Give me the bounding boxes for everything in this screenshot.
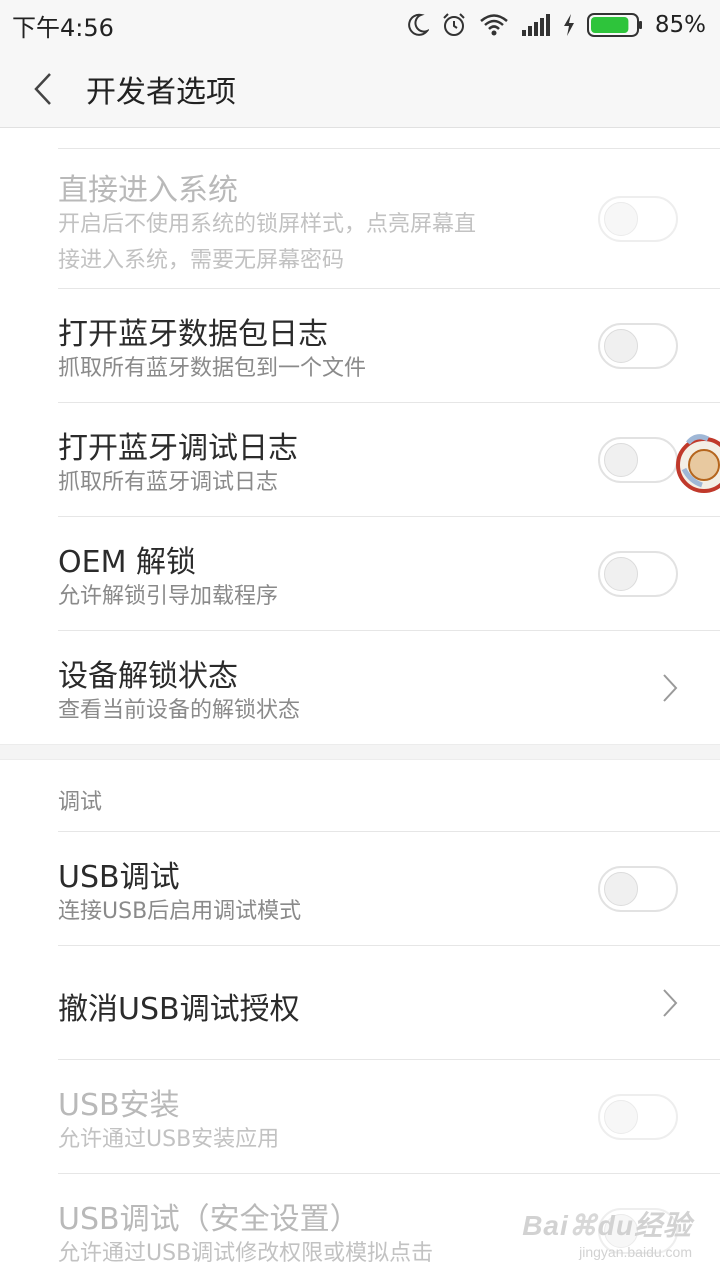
status-bar: 下午4:56 85% (0, 0, 720, 50)
toggle-switch[interactable] (598, 196, 678, 242)
chevron-left-icon (34, 72, 51, 105)
setting-title: 直接进入系统 (58, 173, 238, 208)
title-bar: 开发者选项 (0, 50, 720, 128)
setting-oem-unlock[interactable]: OEM 解锁 允许解锁引导加载程序 (58, 517, 720, 631)
chevron-right-icon (663, 989, 678, 1017)
section-divider (0, 744, 720, 760)
toggle-knob (604, 329, 638, 363)
setting-usb-install[interactable]: USB安装 允许通过USB安装应用 (58, 1060, 720, 1174)
status-time: 下午4:56 (12, 13, 114, 42)
setting-desc: 抓取所有蓝牙调试日志 (58, 470, 279, 495)
baidu-jingyan-watermark: Bai⌘du经验 jingyan.baidu.com (522, 1204, 692, 1260)
back-button[interactable] (0, 50, 86, 128)
signal-icon (521, 14, 551, 36)
toggle-knob (604, 443, 638, 477)
toggle-switch[interactable] (598, 866, 678, 912)
setting-title: 打开蓝牙数据包日志 (58, 317, 328, 352)
setting-title: USB安装 (58, 1088, 180, 1123)
setting-desc: 接进入系统，需要无屏幕密码 (58, 248, 345, 273)
floating-assistant-ball[interactable] (666, 425, 720, 495)
setting-desc: 查看当前设备的解锁状态 (58, 698, 301, 723)
setting-desc: 抓取所有蓝牙数据包到一个文件 (58, 356, 367, 381)
settings-list[interactable]: 直接进入系统 开启后不使用系统的锁屏样式，点亮屏幕直 接进入系统，需要无屏幕密码… (0, 128, 720, 1280)
setting-desc: 允许通过USB调试修改权限或模拟点击 (58, 1241, 434, 1266)
section-header-debug: 调试 (58, 790, 103, 815)
toggle-knob (604, 202, 638, 236)
setting-direct-enter-system[interactable]: 直接进入系统 开启后不使用系统的锁屏样式，点亮屏幕直 接进入系统，需要无屏幕密码 (58, 149, 720, 289)
page-title: 开发者选项 (86, 74, 236, 110)
moon-icon (407, 13, 429, 37)
toggle-knob (604, 1100, 638, 1134)
setting-device-unlock-status[interactable]: 设备解锁状态 查看当前设备的解锁状态 (58, 631, 720, 745)
battery-percent: 85% (654, 12, 706, 38)
setting-usb-debugging[interactable]: USB调试 连接USB后启用调试模式 (58, 832, 720, 946)
watermark-url: jingyan.baidu.com (579, 1244, 692, 1260)
setting-desc: 连接USB后启用调试模式 (58, 899, 302, 924)
setting-title: 撤消USB调试授权 (58, 992, 300, 1027)
setting-desc: 允许解锁引导加载程序 (58, 584, 279, 609)
charging-icon (563, 14, 575, 36)
setting-bluetooth-debug-log[interactable]: 打开蓝牙调试日志 抓取所有蓝牙调试日志 (58, 403, 720, 517)
status-icons: 85% (407, 12, 706, 38)
setting-desc: 开启后不使用系统的锁屏样式，点亮屏幕直 (58, 212, 477, 237)
alarm-icon (441, 12, 467, 38)
toggle-switch[interactable] (598, 551, 678, 597)
setting-desc: 允许通过USB安装应用 (58, 1127, 280, 1152)
setting-title: USB调试（安全设置） (58, 1202, 360, 1237)
setting-title: OEM 解锁 (58, 545, 196, 580)
setting-title: 打开蓝牙调试日志 (58, 431, 298, 466)
setting-bluetooth-packet-log[interactable]: 打开蓝牙数据包日志 抓取所有蓝牙数据包到一个文件 (58, 289, 720, 403)
setting-revoke-usb-auth[interactable]: 撤消USB调试授权 (58, 946, 720, 1060)
chevron-right-icon (663, 674, 678, 702)
wifi-icon (479, 13, 509, 37)
toggle-knob (604, 872, 638, 906)
toggle-knob (604, 557, 638, 591)
setting-title: USB调试 (58, 860, 180, 895)
watermark-logo: Bai⌘du经验 (522, 1210, 692, 1241)
toggle-switch[interactable] (598, 323, 678, 369)
setting-title: 设备解锁状态 (58, 659, 238, 694)
toggle-switch[interactable] (598, 1094, 678, 1140)
battery-icon (586, 13, 643, 37)
